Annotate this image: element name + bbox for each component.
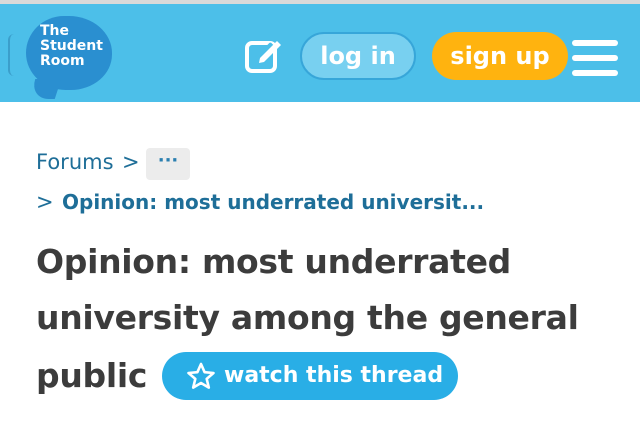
breadcrumb-separator: > <box>36 190 54 214</box>
menu-bar-middle <box>572 55 618 61</box>
menu-bar-bottom <box>572 70 618 76</box>
thread-title-line-3: public <box>36 356 148 395</box>
new-post-button[interactable] <box>244 38 284 76</box>
pencil-square-icon <box>245 41 281 73</box>
back-edge-indicator <box>8 34 16 76</box>
breadcrumb-current-thread[interactable]: Opinion: most underrated universit... <box>62 190 484 214</box>
thread-title-line-1: Opinion: most underrated <box>36 242 511 281</box>
hamburger-menu-icon[interactable] <box>572 40 618 76</box>
site-header: The Student Room log in sign up <box>0 0 640 102</box>
watch-thread-button[interactable]: watch this thread <box>162 352 458 400</box>
star-outline-icon <box>187 362 215 389</box>
breadcrumb-forums-link[interactable]: Forums <box>36 150 114 174</box>
breadcrumb-more-button[interactable]: ··· <box>146 148 190 180</box>
logo-text: The Student Room <box>40 23 103 69</box>
thread-title-line-2: university among the general <box>36 298 579 337</box>
menu-bar-top <box>572 40 618 46</box>
breadcrumb-separator: > <box>122 150 140 174</box>
sign-up-button[interactable]: sign up <box>432 32 568 80</box>
watch-thread-label: watch this thread <box>224 363 444 388</box>
log-in-button[interactable]: log in <box>300 32 416 80</box>
